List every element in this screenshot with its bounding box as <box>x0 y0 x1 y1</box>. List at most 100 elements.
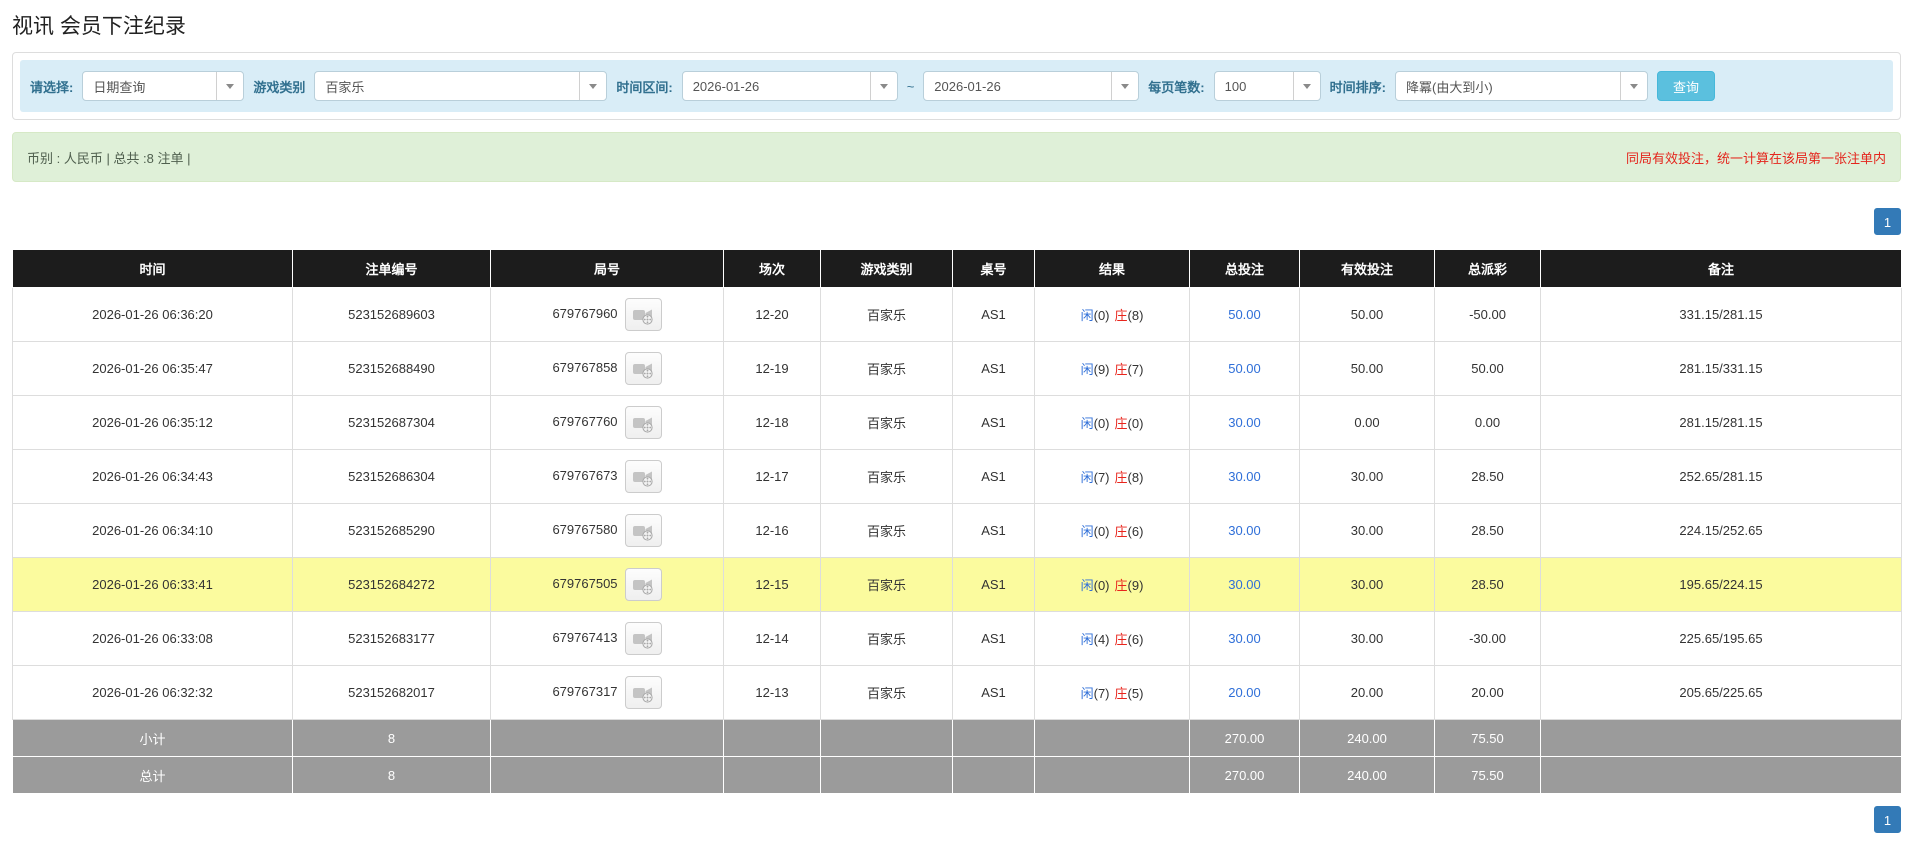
header-remark: 备注 <box>1540 249 1902 288</box>
total-bet-link[interactable]: 50.00 <box>1228 361 1261 376</box>
cell-table-no: AS1 <box>952 341 1035 396</box>
watch-video-button[interactable] <box>624 460 662 493</box>
result-banker-label: 庄 <box>1114 308 1128 323</box>
time-range-label: 时间区间: <box>616 79 673 95</box>
summary-bar: 币别 : 人民币 | 总共 :8 注单 | 同局有效投注，统一计算在该局第一张注… <box>12 132 1901 182</box>
cell-valid-bet: 30.00 <box>1299 503 1435 558</box>
header-payout: 总派彩 <box>1434 249 1541 288</box>
chevron-down-icon[interactable] <box>579 72 607 100</box>
result-player-label: 闲 <box>1080 524 1094 539</box>
page-1-button[interactable]: 1 <box>1874 806 1901 833</box>
total-bet-link[interactable]: 50.00 <box>1228 307 1261 322</box>
watch-video-button[interactable] <box>624 298 662 331</box>
cell-remark: 331.15/281.15 <box>1540 287 1902 342</box>
subtotal-total-bet: 270.00 <box>1189 719 1300 757</box>
cell-payout: 28.50 <box>1434 503 1541 558</box>
table-row: 2026-01-26 06:33:08 523152683177 6797674… <box>12 611 1902 666</box>
result-player-score: (0) <box>1093 524 1110 539</box>
chevron-down-icon[interactable] <box>869 72 897 100</box>
cell-valid-bet: 30.00 <box>1299 449 1435 504</box>
cell-result: 闲(0) 庄(0) <box>1034 395 1190 450</box>
cell-round-id: 679767960 <box>490 287 724 342</box>
total-count: 8 <box>292 756 491 794</box>
cell-payout: -50.00 <box>1434 287 1541 342</box>
watch-video-button[interactable] <box>624 676 662 709</box>
total-bet-link[interactable]: 20.00 <box>1228 685 1261 700</box>
watch-video-button[interactable] <box>624 352 662 385</box>
cell-time: 2026-01-26 06:32:32 <box>12 665 293 720</box>
result-banker-label: 庄 <box>1114 362 1128 377</box>
game-type-value: 百家乐 <box>325 79 365 95</box>
table-row: 2026-01-26 06:36:20 523152689603 6797679… <box>12 287 1902 342</box>
cell-time: 2026-01-26 06:34:10 <box>12 503 293 558</box>
currency-total-text: 币别 : 人民币 | 总共 :8 注单 | <box>27 150 191 166</box>
cell-remark: 225.65/195.65 <box>1540 611 1902 666</box>
cell-time: 2026-01-26 06:36:20 <box>12 287 293 342</box>
pagination-top: 1 <box>12 208 1901 235</box>
total-bet-link[interactable]: 30.00 <box>1228 469 1261 484</box>
sort-value: 降冪(由大到小) <box>1405 79 1493 95</box>
chevron-down-icon[interactable] <box>1111 72 1139 100</box>
result-banker-label: 庄 <box>1114 686 1128 701</box>
video-icon <box>633 417 653 433</box>
total-bet-link[interactable]: 30.00 <box>1228 577 1261 592</box>
watch-video-button[interactable] <box>624 514 662 547</box>
game-type-label: 游戏类别 <box>253 79 306 95</box>
cell-round-id: 679767505 <box>490 557 724 612</box>
cell-bet-id: 523152685290 <box>292 503 491 558</box>
cell-result: 闲(7) 庄(5) <box>1034 665 1190 720</box>
search-button[interactable]: 查询 <box>1656 71 1715 101</box>
cell-game-type: 百家乐 <box>820 449 953 504</box>
date-to-select[interactable]: 2026-01-26 <box>923 71 1140 101</box>
cell-remark: 281.15/281.15 <box>1540 395 1902 450</box>
cell-session: 12-14 <box>723 611 821 666</box>
query-type-select[interactable]: 日期查询 <box>82 71 245 101</box>
query-type-value: 日期查询 <box>93 79 146 95</box>
cell-table-no: AS1 <box>952 287 1035 342</box>
header-table-no: 桌号 <box>952 249 1035 288</box>
game-type-select[interactable]: 百家乐 <box>314 71 608 101</box>
video-icon <box>633 363 653 379</box>
chevron-down-icon[interactable] <box>1619 72 1647 100</box>
round-number: 679767673 <box>552 467 618 483</box>
per-page-select[interactable]: 100 <box>1213 71 1321 101</box>
header-valid-bet: 有效投注 <box>1299 249 1435 288</box>
date-from-select[interactable]: 2026-01-26 <box>681 71 898 101</box>
watch-video-button[interactable] <box>624 406 662 439</box>
cell-session: 12-19 <box>723 341 821 396</box>
result-player-label: 闲 <box>1080 362 1094 377</box>
cell-table-no: AS1 <box>952 665 1035 720</box>
cell-payout: -30.00 <box>1434 611 1541 666</box>
chevron-down-icon[interactable] <box>216 72 244 100</box>
cell-session: 12-17 <box>723 449 821 504</box>
cell-result: 闲(0) 庄(8) <box>1034 287 1190 342</box>
select-type-label: 请选择: <box>30 79 74 95</box>
cell-valid-bet: 30.00 <box>1299 611 1435 666</box>
filter-bar: 请选择: 日期查询 游戏类别 百家乐 时间区间: 2026-01-26 ~ 20… <box>20 60 1893 112</box>
cell-payout: 28.50 <box>1434 557 1541 612</box>
cell-valid-bet: 20.00 <box>1299 665 1435 720</box>
header-bet-id: 注单编号 <box>292 249 491 288</box>
result-player-label: 闲 <box>1080 416 1094 431</box>
total-bet-link[interactable]: 30.00 <box>1228 415 1261 430</box>
cell-round-id: 679767760 <box>490 395 724 450</box>
watch-video-button[interactable] <box>624 622 662 655</box>
chevron-down-icon[interactable] <box>1292 72 1320 100</box>
page-title: 视讯 会员下注纪录 <box>12 15 186 38</box>
total-bet-link[interactable]: 30.00 <box>1228 631 1261 646</box>
cell-table-no: AS1 <box>952 503 1035 558</box>
cell-bet-id: 523152683177 <box>292 611 491 666</box>
cell-bet-id: 523152687304 <box>292 395 491 450</box>
result-player-score: (7) <box>1093 470 1110 485</box>
page-1-button[interactable]: 1 <box>1874 208 1901 235</box>
cell-bet-id: 523152686304 <box>292 449 491 504</box>
sort-select[interactable]: 降冪(由大到小) <box>1394 71 1648 101</box>
result-player-score: (4) <box>1093 632 1110 647</box>
watch-video-button[interactable] <box>624 568 662 601</box>
round-number: 679767580 <box>552 521 618 537</box>
round-number: 679767960 <box>552 305 618 321</box>
cell-total-bet: 30.00 <box>1189 449 1300 504</box>
cell-total-bet: 20.00 <box>1189 665 1300 720</box>
total-bet-link[interactable]: 30.00 <box>1228 523 1261 538</box>
cell-remark: 195.65/224.15 <box>1540 557 1902 612</box>
